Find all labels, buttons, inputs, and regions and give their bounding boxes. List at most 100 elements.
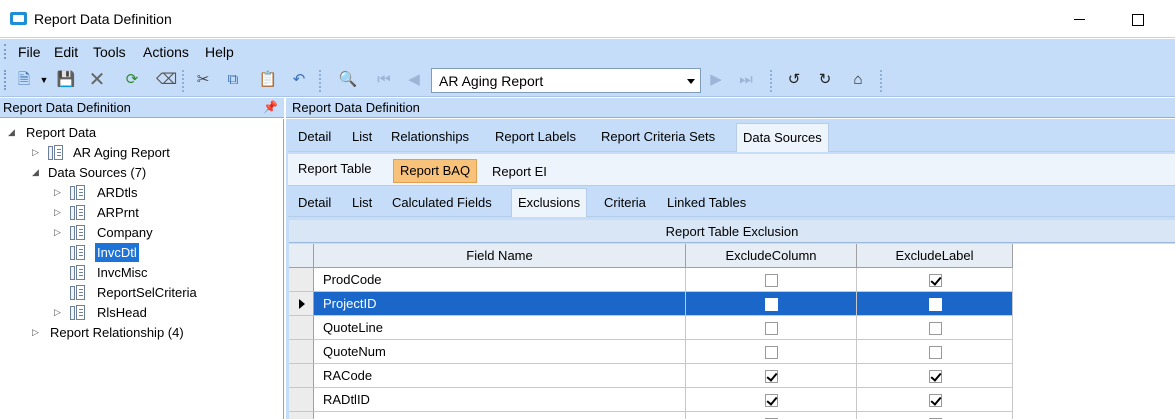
- field-name: RADtlID: [323, 392, 370, 407]
- refresh-icon[interactable]: ⟳: [122, 70, 142, 90]
- menu-tools[interactable]: Tools: [93, 44, 126, 60]
- tab-detail[interactable]: Detail: [292, 124, 337, 150]
- column-header[interactable]: Field Name: [314, 244, 686, 268]
- minimize-button[interactable]: [1068, 8, 1092, 30]
- copy-icon[interactable]: ⧉: [223, 70, 243, 90]
- forward-icon[interactable]: ↻: [815, 70, 835, 90]
- expand-icon[interactable]: ▷: [54, 183, 61, 202]
- tab-list[interactable]: List: [346, 124, 378, 150]
- exclude-column-checkbox[interactable]: [765, 322, 778, 335]
- last-record-icon[interactable]: ⏭: [736, 70, 756, 90]
- exclude-label-cell: [857, 268, 1013, 292]
- tab-detail-sub[interactable]: Detail: [292, 190, 337, 216]
- expand-icon[interactable]: ▷: [54, 203, 61, 222]
- chevron-down-icon[interactable]: [687, 79, 695, 84]
- exclude-column-checkbox[interactable]: [765, 274, 778, 287]
- menu-grip: [4, 44, 7, 59]
- exclude-column-checkbox[interactable]: [765, 298, 778, 311]
- field-name: ProjectID: [323, 296, 377, 311]
- field-name-cell[interactable]: RAN...: [314, 412, 686, 419]
- home-icon[interactable]: ⌂: [848, 70, 868, 90]
- column-header[interactable]: ExcludeColumn: [686, 244, 857, 268]
- maximize-button[interactable]: [1126, 8, 1150, 30]
- undo-icon[interactable]: ↶: [289, 70, 309, 90]
- exclude-label-checkbox[interactable]: [928, 298, 942, 311]
- tab-calculated-fields[interactable]: Calculated Fields: [386, 190, 498, 216]
- exclude-column-cell: [686, 388, 857, 412]
- new-dropdown-icon[interactable]: ▼: [34, 70, 54, 90]
- field-name-cell[interactable]: RADtlID: [314, 388, 686, 412]
- expand-icon[interactable]: ▷: [54, 223, 61, 242]
- row-header[interactable]: [289, 340, 314, 364]
- exclude-label-checkbox[interactable]: [928, 322, 942, 335]
- tree-label: Report Data: [26, 125, 97, 140]
- tree-label: Data Sources (7): [48, 165, 147, 180]
- paste-icon[interactable]: 📋: [258, 70, 278, 90]
- collapse-icon[interactable]: ◢: [32, 163, 39, 182]
- field-name-cell[interactable]: ProjectID: [314, 292, 686, 316]
- back-icon[interactable]: ↺: [784, 70, 804, 90]
- column-header[interactable]: ExcludeLabel: [857, 244, 1013, 268]
- first-record-icon[interactable]: ⏮: [374, 70, 394, 90]
- row-header[interactable]: [289, 412, 314, 419]
- exclude-column-checkbox[interactable]: [765, 394, 778, 407]
- binoculars-icon[interactable]: 🔍: [338, 70, 358, 90]
- pin-icon[interactable]: 📌: [263, 100, 278, 114]
- cut-icon[interactable]: ✂: [193, 70, 213, 90]
- tab-exclusions[interactable]: Exclusions: [511, 188, 588, 217]
- menu-bar: File Edit Tools Actions Help: [0, 39, 1175, 64]
- tab-report-criteria-sets[interactable]: Report Criteria Sets: [595, 124, 721, 150]
- next-record-icon[interactable]: ▶: [706, 70, 726, 90]
- row-header[interactable]: [289, 316, 314, 340]
- tab-relationships[interactable]: Relationships: [385, 124, 475, 150]
- menu-help[interactable]: Help: [205, 44, 234, 60]
- grid-empty-area: [1014, 244, 1175, 419]
- tab-data-sources[interactable]: Data Sources: [736, 123, 829, 152]
- new-icon[interactable]: 🗎: [14, 70, 34, 90]
- menu-file[interactable]: File: [18, 44, 41, 60]
- tree-label: InvcMisc: [97, 265, 148, 280]
- grid-caption: Report Table Exclusion: [289, 220, 1175, 243]
- exclusion-grid: Field Name ExcludeColumn ExcludeLabel ProdC…: [289, 244, 1014, 419]
- exclude-column-cell: [686, 316, 857, 340]
- field-name: QuoteLine: [323, 320, 383, 335]
- exclude-label-checkbox[interactable]: [928, 346, 942, 359]
- exclude-column-checkbox[interactable]: [765, 346, 778, 359]
- exclude-column-checkbox[interactable]: [765, 370, 778, 383]
- tab-list-sub[interactable]: List: [346, 190, 378, 216]
- expand-icon[interactable]: ▷: [32, 323, 39, 342]
- exclude-label-checkbox[interactable]: [928, 370, 942, 383]
- table-icon: [70, 285, 86, 301]
- field-name-cell[interactable]: QuoteNum: [314, 340, 686, 364]
- tab-report-baq[interactable]: Report BAQ: [393, 159, 478, 183]
- tab-linked-tables[interactable]: Linked Tables: [661, 190, 752, 216]
- field-name: ProdCode: [323, 272, 382, 287]
- field-name-cell[interactable]: RACode: [314, 364, 686, 388]
- tab-report-table[interactable]: Report Table: [292, 156, 377, 182]
- report-select[interactable]: AR Aging Report: [431, 68, 701, 93]
- tab-criteria[interactable]: Criteria: [598, 190, 652, 216]
- row-header[interactable]: [289, 388, 314, 412]
- report-table-tabs: Detail List Calculated Fields Exclusions…: [288, 188, 1175, 217]
- row-header[interactable]: [289, 268, 314, 292]
- menu-actions[interactable]: Actions: [143, 44, 189, 60]
- toolbar-separator: [770, 70, 772, 92]
- tab-report-ei[interactable]: Report EI: [486, 159, 553, 185]
- previous-record-icon[interactable]: ◀: [404, 70, 424, 90]
- field-name-cell[interactable]: QuoteLine: [314, 316, 686, 340]
- row-header[interactable]: [289, 292, 314, 316]
- save-icon[interactable]: 💾: [56, 70, 76, 90]
- menu-edit[interactable]: Edit: [54, 44, 78, 60]
- expand-icon[interactable]: ▷: [54, 303, 61, 322]
- exclude-label-checkbox[interactable]: [928, 274, 942, 287]
- collapse-icon[interactable]: ◢: [8, 123, 15, 142]
- field-name: RACode: [323, 368, 373, 383]
- row-header[interactable]: [289, 364, 314, 388]
- field-name-cell[interactable]: ProdCode: [314, 268, 686, 292]
- clear-icon[interactable]: ⌫: [156, 70, 177, 90]
- exclude-column-cell: [686, 412, 857, 419]
- delete-icon[interactable]: ✕: [87, 70, 107, 90]
- exclude-label-checkbox[interactable]: [928, 394, 942, 407]
- expand-icon[interactable]: ▷: [32, 143, 39, 162]
- tab-report-labels[interactable]: Report Labels: [489, 124, 582, 150]
